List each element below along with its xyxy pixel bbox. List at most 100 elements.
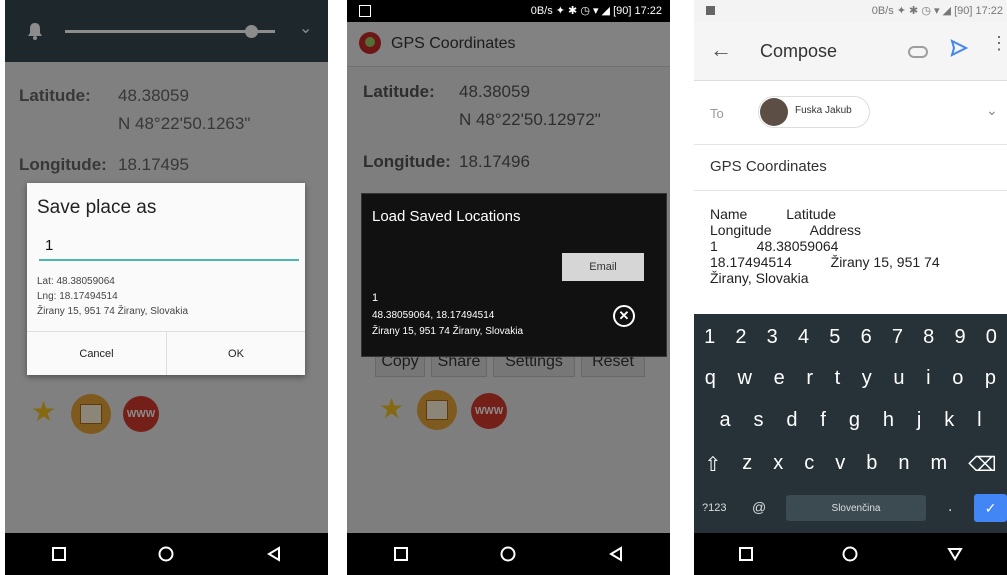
- compose-app-bar: ← Compose ⋮: [694, 22, 1007, 81]
- back-icon[interactable]: [596, 539, 636, 569]
- key[interactable]: q: [705, 367, 716, 390]
- backspace-icon[interactable]: ⌫: [968, 452, 996, 477]
- body-line: 18.17494514 Žirany 15, 951 74: [710, 254, 940, 270]
- key[interactable]: e: [774, 367, 785, 390]
- body-line: Longitude Address: [710, 222, 861, 238]
- key[interactable]: 7: [892, 326, 903, 349]
- key[interactable]: j: [917, 409, 921, 432]
- at-key[interactable]: @: [752, 499, 766, 515]
- key[interactable]: l: [977, 409, 981, 432]
- avatar: [760, 98, 788, 126]
- home-icon[interactable]: [146, 539, 186, 569]
- key[interactable]: 1: [704, 326, 715, 349]
- key[interactable]: n: [898, 452, 909, 477]
- key[interactable]: r: [806, 367, 813, 390]
- status-right: 0B/s ✦ ✱ ◷ ▾ ◢ [90] 17:22: [530, 5, 662, 17]
- key[interactable]: 4: [798, 326, 809, 349]
- attach-icon[interactable]: [908, 46, 928, 58]
- key[interactable]: w: [738, 367, 752, 390]
- letter-row-3: ⇧ z x c v b n m ⌫: [694, 452, 1007, 477]
- checkmark-icon: ✓: [984, 499, 997, 516]
- dialog-lat: Lat: 48.38059064: [37, 276, 115, 287]
- ok-button[interactable]: OK: [167, 332, 305, 375]
- key[interactable]: 3: [767, 326, 778, 349]
- recipient-name: Fuska Jakub: [795, 105, 852, 116]
- nav-bar: [347, 533, 670, 575]
- key[interactable]: c: [804, 452, 814, 477]
- letter-row-1: q w e r t y u i o p: [694, 367, 1007, 390]
- key[interactable]: m: [931, 452, 948, 477]
- key[interactable]: 2: [735, 326, 746, 349]
- key[interactable]: t: [835, 367, 841, 390]
- key[interactable]: i: [926, 367, 930, 390]
- key[interactable]: f: [820, 409, 826, 432]
- to-label: To: [710, 106, 724, 121]
- key[interactable]: k: [944, 409, 954, 432]
- cancel-button[interactable]: Cancel: [27, 332, 166, 375]
- email-body[interactable]: Name Latitude Longitude Address 1 48.380…: [710, 206, 1007, 286]
- key[interactable]: s: [753, 409, 763, 432]
- symbols-key[interactable]: ?123: [702, 502, 726, 514]
- status-bar: 0B/s ✦ ✱ ◷ ▾ ◢ [90] 17:22: [347, 0, 670, 22]
- recents-icon[interactable]: [381, 539, 421, 569]
- hide-keyboard-icon[interactable]: [935, 539, 975, 569]
- back-arrow-icon[interactable]: ←: [710, 37, 732, 63]
- number-row: 1 2 3 4 5 6 7 8 9 0: [694, 326, 1007, 349]
- key[interactable]: u: [893, 367, 904, 390]
- dialog-title: Load Saved Locations: [372, 208, 521, 225]
- nav-bar: [694, 533, 1007, 575]
- send-icon[interactable]: [950, 39, 969, 62]
- location-item[interactable]: 1 48.38059064, 18.17494514 Žirany 15, 95…: [372, 292, 602, 342]
- notification-icon: [706, 6, 715, 15]
- dialog-title: Save place as: [37, 197, 157, 218]
- key[interactable]: y: [862, 367, 872, 390]
- key[interactable]: b: [866, 452, 877, 477]
- subject-field[interactable]: GPS Coordinates: [710, 158, 827, 175]
- more-options-icon[interactable]: ⋮: [990, 34, 1007, 52]
- letter-row-2: a s d f g h j k l: [694, 409, 1007, 432]
- body-line: Žirany, Slovakia: [710, 270, 809, 286]
- key[interactable]: z: [742, 452, 752, 477]
- key[interactable]: x: [773, 452, 783, 477]
- key[interactable]: 5: [829, 326, 840, 349]
- status-bar: 0B/s ✦ ✱ ◷ ▾ ◢ [90] 17:22: [694, 0, 1007, 22]
- key[interactable]: o: [952, 367, 963, 390]
- expand-icon[interactable]: ⌄: [986, 102, 998, 119]
- key[interactable]: v: [835, 452, 845, 477]
- key[interactable]: d: [786, 409, 797, 432]
- recents-icon[interactable]: [39, 539, 79, 569]
- body-line: 1 48.38059064: [710, 238, 839, 254]
- item-name: 1: [372, 292, 379, 304]
- delete-icon[interactable]: ✕: [613, 305, 635, 327]
- shift-icon[interactable]: ⇧: [705, 452, 722, 477]
- compose-title: Compose: [760, 41, 838, 61]
- to-row: To Fuska Jakub ⌄: [694, 80, 1007, 145]
- key[interactable]: 8: [923, 326, 934, 349]
- nav-bar: [5, 533, 328, 575]
- key[interactable]: g: [849, 409, 860, 432]
- back-icon[interactable]: [254, 539, 294, 569]
- home-icon[interactable]: [488, 539, 528, 569]
- email-button[interactable]: Email: [562, 253, 644, 281]
- key[interactable]: 6: [861, 326, 872, 349]
- item-coords: 48.38059064, 18.17494514: [372, 310, 495, 321]
- key[interactable]: 0: [986, 326, 997, 349]
- key[interactable]: a: [719, 409, 730, 432]
- key[interactable]: h: [883, 409, 894, 432]
- key[interactable]: 9: [954, 326, 965, 349]
- item-address: Žirany 15, 951 74 Žirany, Slovakia: [372, 326, 524, 337]
- space-key[interactable]: Slovenčina: [786, 495, 926, 521]
- recipient-chip[interactable]: Fuska Jakub: [758, 96, 870, 128]
- place-name-input[interactable]: 1: [39, 237, 299, 261]
- key[interactable]: p: [985, 367, 996, 390]
- keyboard: 1 2 3 4 5 6 7 8 9 0 q w e r t y u i o p …: [694, 314, 1007, 533]
- dialog-address: Žirany 15, 951 74 Žirany, Slovakia: [37, 306, 189, 317]
- period-key[interactable]: .: [948, 498, 952, 516]
- save-place-dialog: Save place as 1 Lat: 48.38059064 Lng: 18…: [27, 183, 305, 375]
- enter-key[interactable]: ✓: [974, 494, 1007, 522]
- home-icon[interactable]: [830, 539, 870, 569]
- recents-icon[interactable]: [726, 539, 766, 569]
- dialog-lng: Lng: 18.17494514: [37, 291, 118, 302]
- body-line: Name Latitude: [710, 206, 837, 222]
- status-right: 0B/s ✦ ✱ ◷ ▾ ◢ [90] 17:22: [871, 5, 1003, 17]
